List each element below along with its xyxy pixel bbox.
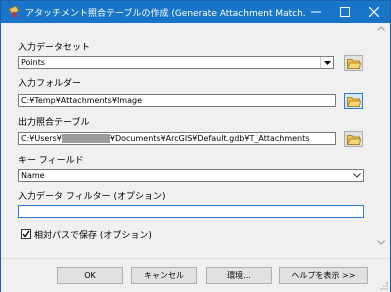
vertical-scrollbar[interactable] (373, 23, 390, 258)
output-table-browse-button[interactable] (344, 131, 363, 147)
open-folder-icon (346, 134, 361, 145)
input-folder-field[interactable]: C:¥Temp¥Attachments¥Image (18, 94, 336, 107)
key-field-label: キー フィールド (18, 156, 84, 166)
maximize-button[interactable] (331, 1, 359, 23)
input-dataset-value: Points (21, 58, 46, 67)
output-table-label: 出力照合テーブル (18, 118, 90, 128)
output-table-field[interactable]: C:¥Users¥ ¥Documents¥ArcGIS¥Default.gdb¥T… (18, 132, 336, 145)
dialog-content: 入力データセット Points 入力フォルダー C:¥Temp¥Attachme… (1, 23, 390, 292)
close-icon (369, 7, 379, 17)
relative-path-checkbox[interactable] (21, 229, 31, 239)
title-bar[interactable]: アタッチメント照合テーブルの作成 (Generate Attachment Ma… (1, 1, 390, 23)
filter-field[interactable] (18, 205, 364, 218)
cancel-button[interactable]: キャンセル (131, 267, 197, 284)
redacted-username (61, 134, 110, 143)
maximize-icon (340, 7, 350, 17)
open-folder-icon (346, 96, 361, 107)
ok-button[interactable]: OK (57, 267, 123, 284)
button-bar: OK キャンセル 環境... ヘルプを表示 >> (1, 258, 390, 292)
show-help-button[interactable]: ヘルプを表示 >> (279, 267, 368, 284)
filter-label: 入力データ フィルター (オプション) (18, 192, 166, 202)
checkmark-icon (22, 230, 30, 238)
close-button[interactable] (360, 1, 388, 23)
toolbox-icon (8, 5, 20, 19)
key-field-combo[interactable]: Name (18, 169, 364, 182)
output-table-suffix: ¥Documents¥ArcGIS¥Default.gdb¥T_Attachme… (109, 134, 310, 143)
environments-button[interactable]: 環境... (206, 267, 272, 284)
dialog-window: アタッチメント照合テーブルの作成 (Generate Attachment Ma… (0, 0, 391, 292)
minimize-button[interactable] (302, 1, 330, 23)
chevron-down-icon[interactable] (320, 57, 333, 68)
scroll-up-icon[interactable] (377, 25, 385, 33)
minimize-icon (311, 11, 321, 13)
input-folder-label: 入力フォルダー (18, 79, 82, 89)
input-folder-browse-button[interactable] (344, 93, 363, 109)
open-folder-icon (346, 58, 361, 69)
scroll-down-icon[interactable] (377, 239, 385, 247)
chevron-down-icon[interactable] (351, 170, 363, 181)
input-dataset-browse-button[interactable] (344, 55, 363, 71)
relative-path-label[interactable]: 相対パスで保存 (オプション) (34, 228, 152, 241)
input-dataset-label: 入力データセット (18, 43, 91, 53)
key-field-value: Name (21, 171, 45, 180)
window-title: アタッチメント照合テーブルの作成 (Generate Attachment Ma… (25, 9, 305, 19)
output-table-prefix: C:¥Users¥ (21, 134, 62, 143)
resize-grip-icon[interactable] (379, 281, 389, 291)
input-dataset-combo[interactable]: Points (18, 56, 334, 69)
